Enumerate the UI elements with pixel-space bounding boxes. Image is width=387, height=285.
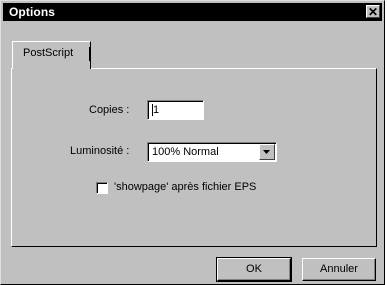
options-dialog: Options ✕ PostScript Copies : 1 Luminosi… [0,0,385,285]
tab-focus-mark [89,47,90,61]
cancel-button[interactable]: Annuler [302,258,376,281]
ok-button[interactable]: OK [216,257,292,282]
tab-label: PostScript [23,47,74,59]
window-title: Options [9,5,56,19]
tab-postscript[interactable]: PostScript [12,41,91,69]
tab-panel [11,68,377,247]
title-bar[interactable]: Options ✕ [3,3,382,21]
close-icon: ✕ [367,4,379,19]
close-button[interactable]: ✕ [366,5,380,18]
